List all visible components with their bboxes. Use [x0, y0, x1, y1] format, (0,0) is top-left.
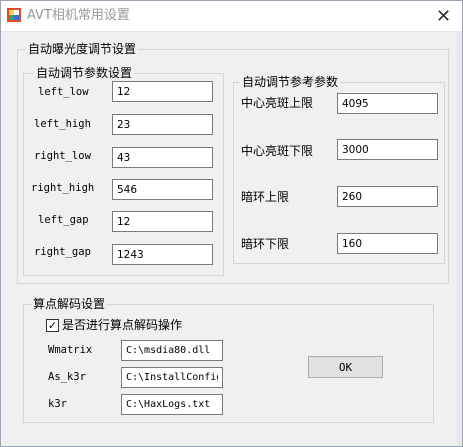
ok-button[interactable]: OK	[308, 356, 383, 378]
decode-checkbox-label[interactable]: 是否进行算点解码操作	[62, 318, 182, 332]
right-gap-label: right_gap	[34, 246, 91, 258]
window-title: AVT相机常用设置	[27, 8, 130, 23]
k3r-input[interactable]	[121, 394, 223, 415]
decode-group-title: 算点解码设置	[31, 297, 108, 311]
right-gap-input[interactable]	[112, 244, 213, 265]
decode-checkbox[interactable]: ✓	[46, 319, 59, 332]
left-low-input[interactable]	[112, 81, 213, 102]
close-button[interactable]: ✕	[424, 0, 463, 32]
left-gap-input[interactable]	[112, 211, 213, 232]
right-high-input[interactable]	[112, 179, 213, 200]
right-high-label: right_high	[31, 182, 95, 194]
center-spot-lower-input[interactable]	[337, 139, 438, 160]
dark-ring-upper-input[interactable]	[337, 186, 438, 207]
right-low-label: right_low	[34, 150, 91, 162]
params-group-title: 自动调节参数设置	[34, 66, 135, 80]
background-strip	[457, 32, 463, 447]
close-icon: ✕	[435, 5, 452, 27]
checkmark-icon: ✓	[47, 319, 58, 332]
left-gap-label: left_gap	[38, 214, 89, 226]
center-spot-lower-label: 中心亮斑下限	[241, 144, 314, 158]
dark-ring-upper-label: 暗环上限	[241, 190, 290, 204]
center-spot-upper-label: 中心亮斑上限	[241, 96, 314, 110]
as-k3r-input[interactable]	[121, 367, 223, 388]
wmatrix-label: Wmatrix	[48, 344, 93, 356]
wmatrix-input[interactable]	[121, 340, 223, 361]
dark-ring-lower-input[interactable]	[337, 233, 438, 254]
center-spot-upper-input[interactable]	[337, 93, 438, 114]
right-low-input[interactable]	[112, 147, 213, 168]
ok-button-label: OK	[338, 360, 353, 374]
left-high-input[interactable]	[112, 114, 213, 135]
dark-ring-lower-label: 暗环下限	[241, 237, 290, 251]
reference-group-title: 自动调节参考参数	[240, 75, 341, 89]
auto-exposure-group-title: 自动曝光度调节设置	[26, 42, 139, 56]
app-icon	[7, 8, 21, 22]
left-low-label: left_low	[38, 86, 89, 98]
k3r-label: k3r	[48, 398, 67, 410]
as-k3r-label: As_k3r	[48, 371, 86, 383]
left-high-label: left_high	[34, 118, 91, 130]
